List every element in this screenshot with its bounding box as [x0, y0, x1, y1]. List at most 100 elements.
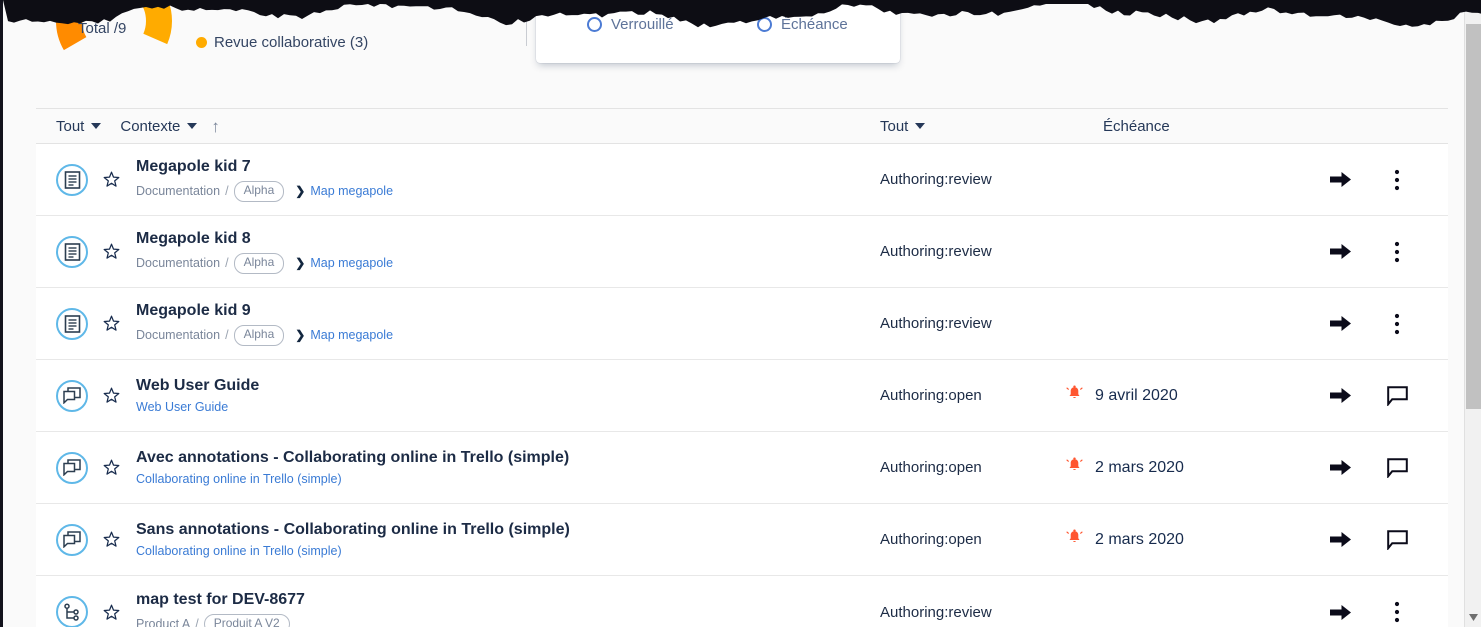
donut-chart — [53, 0, 175, 82]
favorite-star-icon[interactable] — [102, 243, 120, 261]
row-due-date: 2 mars 2020 — [1066, 529, 1184, 551]
more-icon[interactable] — [1384, 167, 1410, 193]
row-breadcrumb-link[interactable]: Map megapole — [310, 328, 393, 343]
row-actions — [1328, 383, 1448, 409]
row-subtitle-link[interactable]: Collaborating online in Trello (simple) — [136, 544, 342, 559]
chevron-right-icon: ❯ — [295, 328, 306, 343]
review-icon — [56, 379, 88, 412]
row-sub-separator: / — [225, 256, 229, 270]
row-title[interactable]: Avec annotations - Collaborating online … — [136, 448, 1448, 468]
peek-zone: Total /9 Revue collaborative (3) Verroui… — [3, 0, 1481, 100]
row-actions — [1328, 239, 1448, 265]
row-sub-separator: / — [195, 616, 199, 627]
table-row[interactable]: Sans annotations - Collaborating online … — [36, 504, 1448, 576]
row-main: Megapole kid 8 Documentation / Alpha ❯ Map me… — [136, 229, 1448, 274]
popup-option-label: Verrouillé — [611, 16, 674, 33]
row-actions — [1328, 599, 1448, 625]
row-title[interactable]: Sans annotations - Collaborating online … — [136, 520, 1448, 540]
table-row[interactable]: map test for DEV-8677 Product A / Produit A… — [36, 576, 1448, 627]
row-space-name: Documentation — [136, 328, 221, 342]
arrow-right-icon[interactable] — [1328, 527, 1354, 553]
row-main: Avec annotations - Collaborating online … — [136, 448, 1448, 487]
row-status: Authoring:review — [880, 315, 992, 332]
chevron-down-icon — [187, 123, 198, 129]
favorite-star-icon[interactable] — [102, 459, 120, 477]
row-status: Authoring:open — [880, 387, 982, 404]
review-icon — [56, 523, 88, 556]
popup-option-echeance[interactable]: Échéance — [757, 16, 848, 33]
radio-icon — [587, 17, 602, 32]
more-icon[interactable] — [1384, 239, 1410, 265]
arrow-right-icon[interactable] — [1328, 599, 1354, 625]
filter-all-left-label: Tout — [56, 117, 85, 135]
row-subtitle-link[interactable]: Web User Guide — [136, 400, 228, 415]
comment-icon[interactable] — [1384, 455, 1410, 481]
favorite-star-icon[interactable] — [102, 387, 120, 405]
arrow-right-icon[interactable] — [1328, 455, 1354, 481]
row-subtitle: Collaborating online in Trello (simple) — [136, 472, 1448, 487]
favorite-star-icon[interactable] — [102, 603, 120, 621]
radio-icon — [757, 17, 772, 32]
row-main: Web User Guide Web User Guide — [136, 376, 1448, 415]
filter-context[interactable]: Contexte ↑ — [120, 118, 220, 135]
legend-label: Revue collaborative (3) — [214, 34, 369, 51]
row-subtitle: Documentation / Alpha ❯ Map megapole — [136, 325, 1448, 346]
row-title[interactable]: Megapole kid 8 — [136, 229, 1448, 249]
donut-total-label: Total /9 — [78, 20, 127, 37]
row-main: Sans annotations - Collaborating online … — [136, 520, 1448, 559]
row-actions — [1328, 527, 1448, 553]
row-sub-separator: / — [225, 328, 229, 342]
table-row[interactable]: Megapole kid 7 Documentation / Alpha ❯ Map me… — [36, 144, 1448, 216]
row-actions — [1328, 455, 1448, 481]
review-icon — [56, 451, 88, 484]
filter-popup-card: Verrouillé Échéance — [536, 0, 900, 63]
table-row[interactable]: Avec annotations - Collaborating online … — [36, 432, 1448, 504]
bell-icon — [1066, 385, 1083, 407]
table-row[interactable]: Megapole kid 9 Documentation / Alpha ❯ Map me… — [36, 288, 1448, 360]
bell-icon — [1066, 457, 1083, 479]
table-row[interactable]: Web User Guide Web User Guide Authoring:op… — [36, 360, 1448, 432]
favorite-star-icon[interactable] — [102, 315, 120, 333]
vertical-scrollbar[interactable] — [1464, 0, 1481, 627]
more-icon[interactable] — [1384, 311, 1410, 337]
row-due-date: 2 mars 2020 — [1066, 457, 1184, 479]
row-status: Authoring:open — [880, 459, 982, 476]
filter-all-status-label: Tout — [880, 117, 909, 135]
favorite-star-icon[interactable] — [102, 531, 120, 549]
row-due-date: 9 avril 2020 — [1066, 385, 1178, 407]
favorite-star-icon[interactable] — [102, 171, 120, 189]
row-subtitle: Product A / Produit A V2 — [136, 613, 1448, 627]
row-title[interactable]: Web User Guide — [136, 376, 1448, 396]
scrollbar-thumb[interactable] — [1466, 24, 1481, 409]
chevron-down-icon — [915, 123, 926, 129]
popup-option-verrouille[interactable]: Verrouillé — [587, 16, 674, 33]
arrow-right-icon[interactable] — [1328, 239, 1354, 265]
scroll-down-arrow-icon[interactable] — [1465, 609, 1481, 625]
row-title[interactable]: Megapole kid 7 — [136, 157, 1448, 177]
row-subtitle-link[interactable]: Collaborating online in Trello (simple) — [136, 472, 342, 487]
row-actions — [1328, 167, 1448, 193]
row-title[interactable]: map test for DEV-8677 — [136, 590, 1448, 610]
filter-all-left[interactable]: Tout — [56, 117, 102, 135]
table-body: Megapole kid 7 Documentation / Alpha ❯ Map me… — [36, 144, 1448, 627]
filter-all-status[interactable]: Tout — [880, 117, 926, 135]
row-breadcrumb-link[interactable]: Map megapole — [310, 256, 393, 271]
row-title[interactable]: Megapole kid 9 — [136, 301, 1448, 321]
row-status: Authoring:review — [880, 243, 992, 260]
arrow-right-icon[interactable] — [1328, 167, 1354, 193]
comment-icon[interactable] — [1384, 527, 1410, 553]
row-subtitle: Collaborating online in Trello (simple) — [136, 544, 1448, 559]
sort-ascending-icon[interactable]: ↑ — [211, 118, 220, 135]
legend-item-revue[interactable]: Revue collaborative (3) — [196, 34, 368, 51]
row-status: Authoring:review — [880, 603, 992, 621]
comment-icon[interactable] — [1384, 383, 1410, 409]
arrow-right-icon[interactable] — [1328, 383, 1354, 409]
table-row[interactable]: Megapole kid 8 Documentation / Alpha ❯ Map me… — [36, 216, 1448, 288]
map-icon — [56, 596, 88, 627]
row-due-date-text: 2 mars 2020 — [1095, 530, 1184, 548]
arrow-right-icon[interactable] — [1328, 311, 1354, 337]
row-breadcrumb-link[interactable]: Map megapole — [310, 184, 393, 199]
chevron-right-icon: ❯ — [295, 256, 306, 271]
row-actions — [1328, 311, 1448, 337]
more-icon[interactable] — [1384, 599, 1410, 625]
